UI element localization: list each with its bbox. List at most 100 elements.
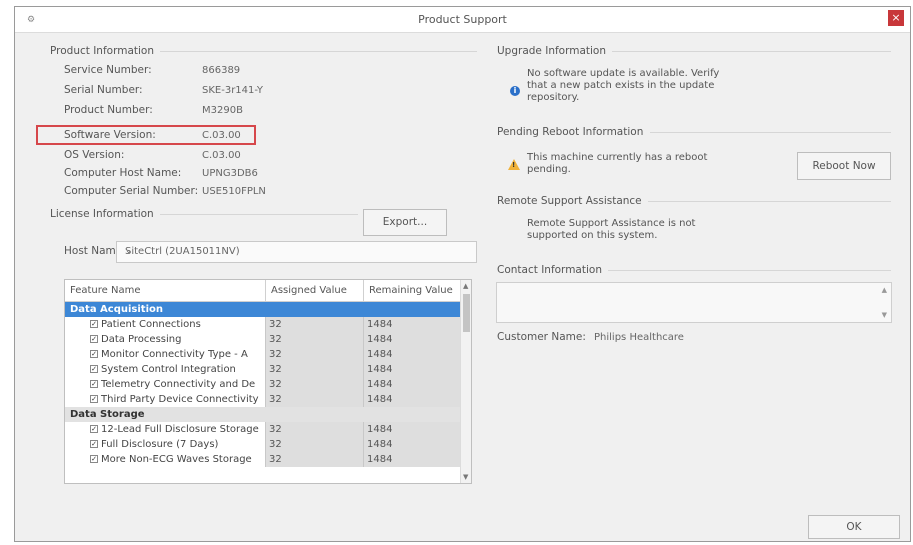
window-title: Product Support [418, 13, 507, 26]
table-row[interactable]: ✓ Patient Connections 32 1484 [65, 317, 461, 332]
reboot-now-button[interactable]: Reboot Now [797, 152, 891, 180]
category-row-data-acquisition[interactable]: Data Acquisition [65, 302, 461, 317]
assigned-value: 32 [265, 377, 363, 392]
assigned-value: 32 [265, 347, 363, 362]
checkbox[interactable]: ✓ [90, 380, 98, 388]
remaining-value: 1484 [363, 437, 461, 452]
assigned-value: 32 [265, 332, 363, 347]
assigned-value: 32 [265, 362, 363, 377]
table-row[interactable]: ✓ System Control Integration 32 1484 [65, 362, 461, 377]
checkbox[interactable]: ✓ [90, 455, 98, 463]
chevron-down-icon: ⌄ [125, 246, 133, 256]
category-row-data-storage[interactable]: Data Storage [65, 407, 461, 422]
license-info-group-title: License Information [50, 208, 160, 220]
software-version-value: C.03.00 [202, 130, 241, 141]
scrollbar-thumb[interactable] [463, 294, 470, 332]
group-divider [606, 270, 891, 271]
upgrade-message-line: No software update is available. Verify [527, 68, 720, 79]
computer-host-name-value: UPNG3DB6 [202, 168, 258, 179]
remaining-value: 1484 [363, 452, 461, 467]
service-number-value: 866389 [202, 65, 241, 76]
remaining-value: 1484 [363, 332, 461, 347]
group-divider [650, 132, 891, 133]
feature-name: Patient Connections [101, 319, 201, 330]
checkbox[interactable]: ✓ [90, 395, 98, 403]
remaining-value: 1484 [363, 317, 461, 332]
scroll-up-icon[interactable]: ▲ [882, 286, 887, 294]
checkbox[interactable]: ✓ [90, 350, 98, 358]
info-icon: i [510, 86, 520, 96]
os-version-label: OS Version: [64, 149, 125, 161]
table-row[interactable]: ✓ Telemetry Connectivity and De 32 1484 [65, 377, 461, 392]
pending-reboot-message-line: pending. [527, 164, 571, 175]
remote-support-message-line: Remote Support Assistance is not [527, 218, 696, 229]
computer-serial-number-value: USE510FPLN [202, 186, 266, 197]
title-bar: ⚙ Product Support × [15, 7, 910, 33]
feature-name: More Non-ECG Waves Storage [101, 454, 252, 465]
group-divider [640, 201, 891, 202]
pending-reboot-group-title: Pending Reboot Information [497, 126, 650, 138]
ok-button[interactable]: OK [808, 515, 900, 539]
feature-name: Monitor Connectivity Type - A [101, 349, 248, 360]
remaining-value: 1484 [363, 392, 461, 407]
checkbox[interactable]: ✓ [90, 425, 98, 433]
upgrade-message: No software update is available. Verify … [527, 68, 719, 104]
product-info-group-title: Product Information [50, 45, 160, 57]
export-button[interactable]: Export... [363, 209, 447, 236]
warning-icon: ! [508, 159, 520, 170]
remote-support-message-line: supported on this system. [527, 230, 658, 241]
group-divider [606, 51, 891, 52]
column-header-assigned-value[interactable]: Assigned Value [265, 280, 363, 302]
computer-serial-number-label: Computer Serial Number: [64, 185, 199, 197]
product-number-label: Product Number: [64, 104, 153, 116]
checkbox[interactable]: ✓ [90, 320, 98, 328]
pending-reboot-message: This machine currently has a reboot pend… [527, 152, 707, 176]
scroll-down-icon[interactable]: ▼ [463, 473, 468, 481]
scroll-down-icon[interactable]: ▼ [882, 311, 887, 319]
remote-support-message: Remote Support Assistance is not support… [527, 218, 695, 242]
column-header-remaining-value[interactable]: Remaining Value [363, 280, 461, 302]
computer-host-name-label: Computer Host Name: [64, 167, 182, 179]
upgrade-message-line: that a new patch exists in the update [527, 80, 715, 91]
assigned-value: 32 [265, 392, 363, 407]
checkbox[interactable]: ✓ [90, 365, 98, 373]
checkbox[interactable]: ✓ [90, 335, 98, 343]
remaining-value: 1484 [363, 422, 461, 437]
os-version-value: C.03.00 [202, 150, 241, 161]
table-row[interactable]: ✓ Third Party Device Connectivity 32 1484 [65, 392, 461, 407]
scroll-up-icon[interactable]: ▲ [463, 282, 468, 290]
upgrade-info-group-title: Upgrade Information [497, 45, 613, 57]
customer-name-value: Philips Healthcare [594, 332, 684, 343]
feature-name: System Control Integration [101, 364, 236, 375]
upgrade-message-line: repository. [527, 92, 580, 103]
assigned-value: 32 [265, 452, 363, 467]
contact-info-group-title: Contact Information [497, 264, 608, 276]
group-divider [152, 51, 477, 52]
checkbox[interactable]: ✓ [90, 440, 98, 448]
assigned-value: 32 [265, 422, 363, 437]
table-row[interactable]: ✓ Data Processing 32 1484 [65, 332, 461, 347]
host-name-select[interactable]: SiteCtrl (2UA15011NV) ⌄ [116, 241, 477, 263]
assigned-value: 32 [265, 437, 363, 452]
table-row[interactable]: ✓ Full Disclosure (7 Days) 32 1484 [65, 437, 461, 452]
feature-name: Full Disclosure (7 Days) [101, 439, 219, 450]
remaining-value: 1484 [363, 362, 461, 377]
contact-info-textarea[interactable]: ▲ ▼ [496, 282, 892, 323]
assigned-value: 32 [265, 317, 363, 332]
close-button[interactable]: × [888, 10, 904, 26]
service-number-label: Service Number: [64, 64, 152, 76]
serial-number-label: Serial Number: [64, 84, 143, 96]
feature-name: Telemetry Connectivity and De [101, 379, 256, 390]
group-divider [140, 214, 358, 215]
table-scrollbar[interactable]: ▲ ▼ [460, 280, 471, 483]
table-row[interactable]: ✓ Monitor Connectivity Type - A 32 1484 [65, 347, 461, 362]
table-row[interactable]: ✓ More Non-ECG Waves Storage 32 1484 [65, 452, 461, 467]
feature-name: 12-Lead Full Disclosure Storage [101, 424, 259, 435]
feature-name: Data Processing [101, 334, 182, 345]
table-row[interactable]: ✓ 12-Lead Full Disclosure Storage 32 1484 [65, 422, 461, 437]
column-header-feature-name[interactable]: Feature Name [65, 280, 265, 302]
license-feature-table[interactable]: Feature Name Assigned Value Remaining Va… [64, 279, 472, 484]
remaining-value: 1484 [363, 347, 461, 362]
software-version-label: Software Version: [64, 129, 156, 141]
feature-name: Third Party Device Connectivity [101, 394, 259, 405]
